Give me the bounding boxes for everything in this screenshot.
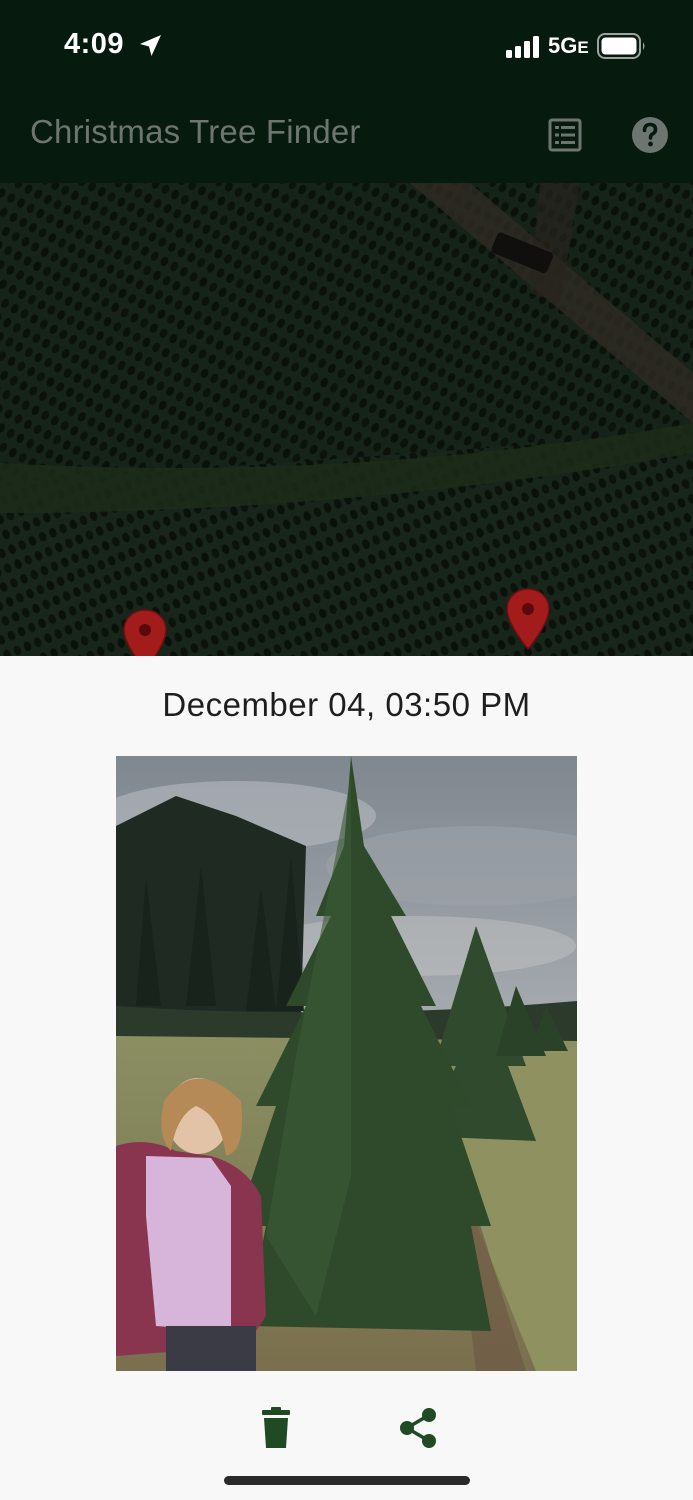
status-time: 4:09 xyxy=(64,28,125,60)
home-indicator[interactable] xyxy=(224,1476,470,1485)
action-bar xyxy=(0,1406,693,1456)
screen: 4:09 5GE Christmas Tree Finder December … xyxy=(0,0,693,1500)
share-icon[interactable] xyxy=(397,1406,439,1450)
status-bar: 4:09 5GE xyxy=(0,0,693,92)
map-view[interactable] xyxy=(0,183,693,656)
location-arrow-icon xyxy=(140,35,161,56)
satellite-map xyxy=(0,183,693,656)
map-pin-icon[interactable] xyxy=(122,608,168,656)
tree-photo[interactable] xyxy=(116,756,577,1371)
app-bar: Christmas Tree Finder xyxy=(0,92,693,183)
network-label: 5GE xyxy=(548,33,589,58)
trash-icon[interactable] xyxy=(256,1406,296,1450)
app-title: Christmas Tree Finder xyxy=(30,113,361,150)
list-icon[interactable] xyxy=(544,114,586,156)
battery-icon xyxy=(597,33,645,59)
detail-sheet: December 04, 03:50 PM xyxy=(0,656,693,1500)
map-pin-icon[interactable] xyxy=(505,587,551,653)
help-icon[interactable] xyxy=(629,114,671,156)
signal-icon xyxy=(506,36,539,58)
photo-timestamp: December 04, 03:50 PM xyxy=(162,686,531,723)
top-bar: 4:09 5GE Christmas Tree Finder xyxy=(0,0,693,183)
photo-image xyxy=(116,756,577,1371)
